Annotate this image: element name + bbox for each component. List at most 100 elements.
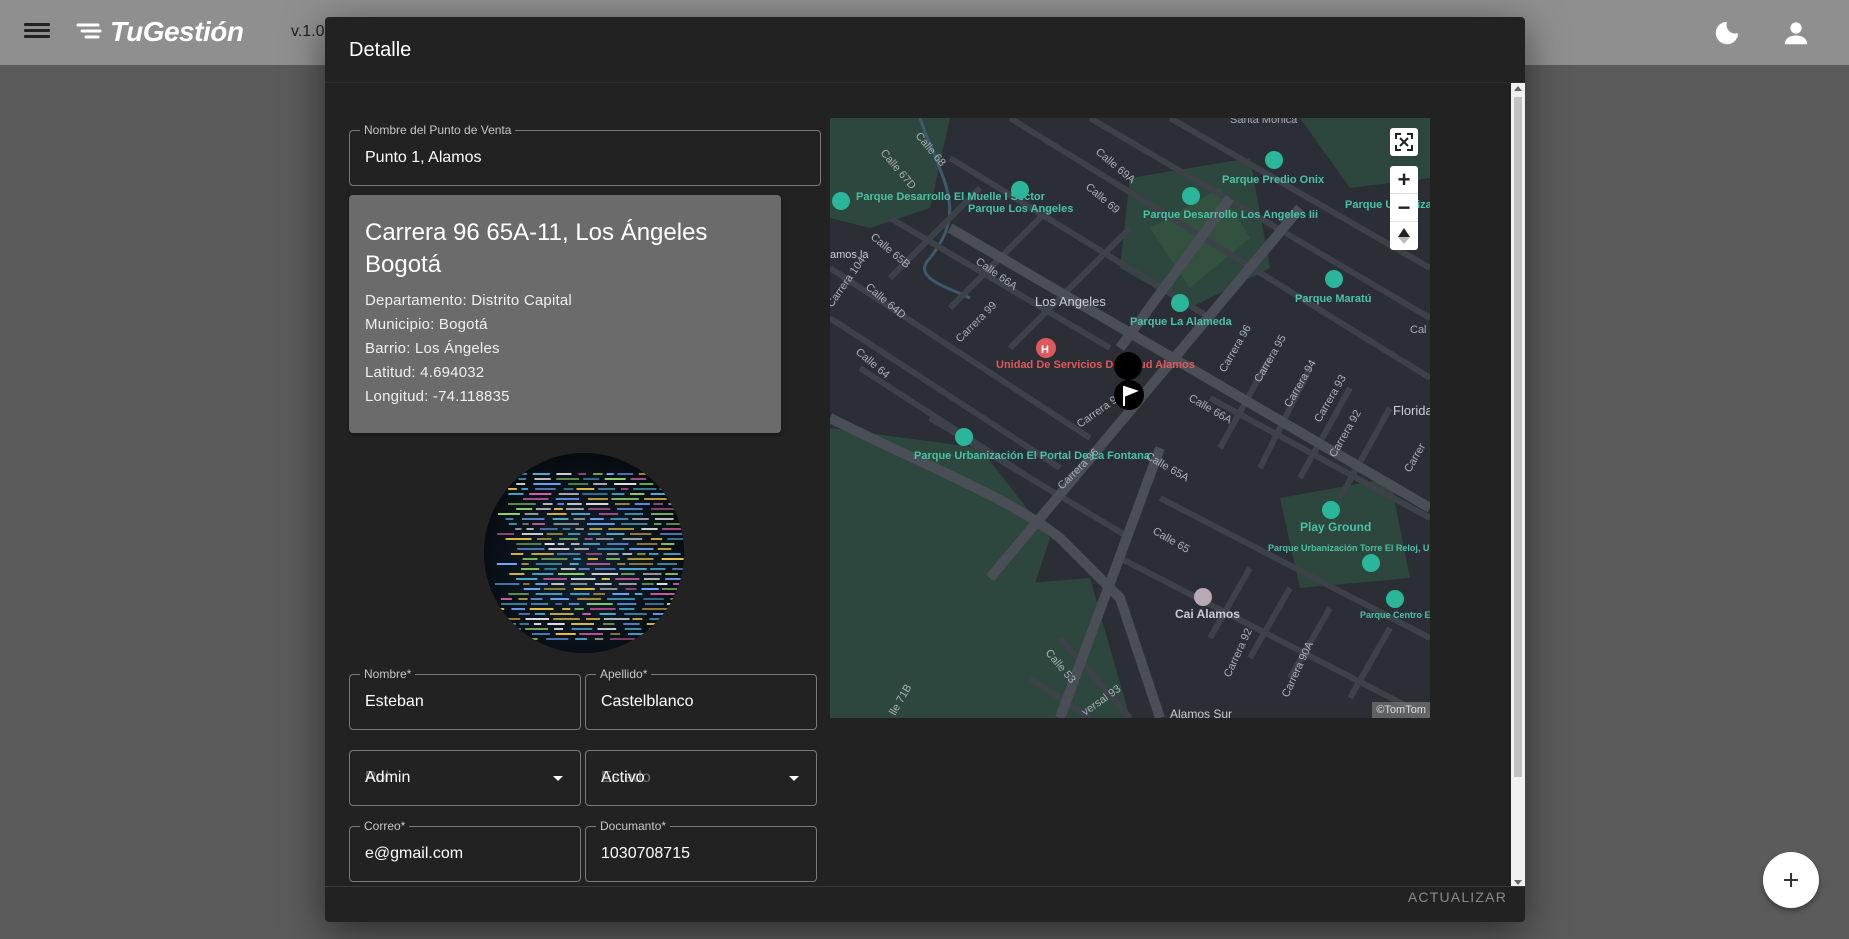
documento-field[interactable]: Documanto* 1030708715 xyxy=(585,819,817,882)
code-line xyxy=(599,613,616,615)
code-line xyxy=(629,548,654,550)
code-line xyxy=(511,638,538,640)
scrollbar[interactable] xyxy=(1511,83,1525,886)
code-line xyxy=(602,623,615,625)
code-line xyxy=(571,628,593,630)
estado-select[interactable]: Estado Activo xyxy=(585,750,817,806)
park-pin-icon xyxy=(1011,181,1029,199)
code-line xyxy=(659,488,680,490)
code-line xyxy=(551,583,565,585)
code-line xyxy=(593,593,605,595)
menu-icon[interactable] xyxy=(24,20,50,46)
zoom-out-button[interactable]: − xyxy=(1390,194,1418,222)
code-line xyxy=(497,618,521,620)
dark-mode-icon[interactable] xyxy=(1712,18,1742,48)
code-line xyxy=(535,593,563,595)
code-line xyxy=(611,493,625,495)
code-line xyxy=(594,583,612,585)
add-button[interactable] xyxy=(1763,852,1819,908)
code-line xyxy=(622,538,643,540)
code-line xyxy=(622,553,633,555)
code-image xyxy=(484,453,684,653)
apellido-field[interactable]: Apellido* Castelblanco xyxy=(585,667,817,730)
label-unidad-servicios: Unidad De Servicios De Salud Alamos xyxy=(996,359,1195,371)
code-line xyxy=(598,513,619,515)
label-alamos: amos la xyxy=(830,249,869,261)
update-button[interactable]: ACTUALIZAR xyxy=(1408,889,1507,905)
map[interactable]: Santa Monica Calle 67D Calle 68 Calle 69… xyxy=(830,118,1430,718)
punto-venta-field[interactable]: Nombre del Punto de Venta Punto 1, Alamo… xyxy=(349,123,821,186)
code-line xyxy=(508,473,528,475)
code-line xyxy=(659,638,672,640)
code-line xyxy=(638,473,657,475)
code-line xyxy=(539,528,558,530)
hospital-h-icon: H xyxy=(1041,344,1049,356)
park-pin-icon xyxy=(1265,151,1283,169)
code-line xyxy=(535,488,556,490)
address-title: Carrera 96 65A-11, Los Ángeles Bogotá xyxy=(365,219,708,278)
park-pin-icon xyxy=(1171,294,1189,312)
code-line xyxy=(614,503,630,505)
avatar[interactable] xyxy=(484,453,684,653)
scroll-up-icon[interactable] xyxy=(1514,86,1522,91)
code-line xyxy=(667,538,684,540)
code-line xyxy=(646,623,666,625)
map-canvas[interactable]: Santa Monica Calle 67D Calle 68 Calle 69… xyxy=(830,118,1430,718)
code-line xyxy=(508,488,517,490)
code-line xyxy=(553,523,579,525)
code-line xyxy=(559,538,578,540)
code-line xyxy=(673,633,684,635)
code-line xyxy=(637,553,646,555)
nombre-label: Nombre* xyxy=(360,667,416,681)
code-line xyxy=(516,483,526,485)
code-line xyxy=(560,568,576,570)
code-line xyxy=(529,608,554,610)
scroll-down-icon[interactable] xyxy=(1514,880,1522,885)
code-line xyxy=(575,638,587,640)
code-line xyxy=(529,493,552,495)
code-line xyxy=(661,558,684,560)
code-line xyxy=(643,598,664,600)
code-line xyxy=(541,558,568,560)
code-line xyxy=(641,588,659,590)
code-line xyxy=(498,513,520,515)
code-line xyxy=(518,478,527,480)
label-parque-centro: Parque Centro Empresarial Los Alamos, Ur… xyxy=(1360,610,1430,620)
fullscreen-button[interactable] xyxy=(1390,128,1418,156)
police-pin-icon xyxy=(1194,588,1212,606)
code-line xyxy=(660,473,684,475)
code-line xyxy=(523,583,530,585)
code-line xyxy=(634,503,650,505)
rol-value: Admin xyxy=(365,769,411,786)
code-line xyxy=(548,548,570,550)
code-line xyxy=(567,503,582,505)
code-line xyxy=(617,563,626,565)
label-parque-los-angeles: Parque Los Angeles xyxy=(968,203,1073,215)
punto-venta-label: Nombre del Punto de Venta xyxy=(360,123,516,137)
rol-select[interactable]: Rol Admin xyxy=(349,750,581,806)
code-line xyxy=(532,523,545,525)
code-line xyxy=(673,608,684,610)
scrollbar-thumb[interactable] xyxy=(1514,97,1522,777)
code-line xyxy=(518,613,530,615)
code-line xyxy=(557,543,565,545)
label-parque-urb-torre: Parque Urbanización Torre El Reloj, Urba… xyxy=(1268,543,1430,553)
correo-field[interactable]: Correo* e@gmail.com xyxy=(349,819,581,882)
code-line xyxy=(511,608,526,610)
code-line xyxy=(524,513,539,515)
account-icon[interactable] xyxy=(1781,18,1811,48)
code-line xyxy=(656,483,684,485)
zoom-in-button[interactable]: + xyxy=(1390,166,1418,194)
compass-button[interactable] xyxy=(1390,222,1418,250)
code-line xyxy=(565,508,584,510)
code-line xyxy=(643,638,656,640)
code-line xyxy=(662,528,682,530)
code-line xyxy=(505,538,532,540)
label-alamos-sur: Alamos Sur xyxy=(1170,707,1232,718)
code-line xyxy=(621,523,648,525)
code-line xyxy=(532,573,554,575)
code-line xyxy=(666,603,684,605)
code-line xyxy=(546,513,567,515)
code-line xyxy=(497,533,515,535)
nombre-field[interactable]: Nombre* Esteban xyxy=(349,667,581,730)
